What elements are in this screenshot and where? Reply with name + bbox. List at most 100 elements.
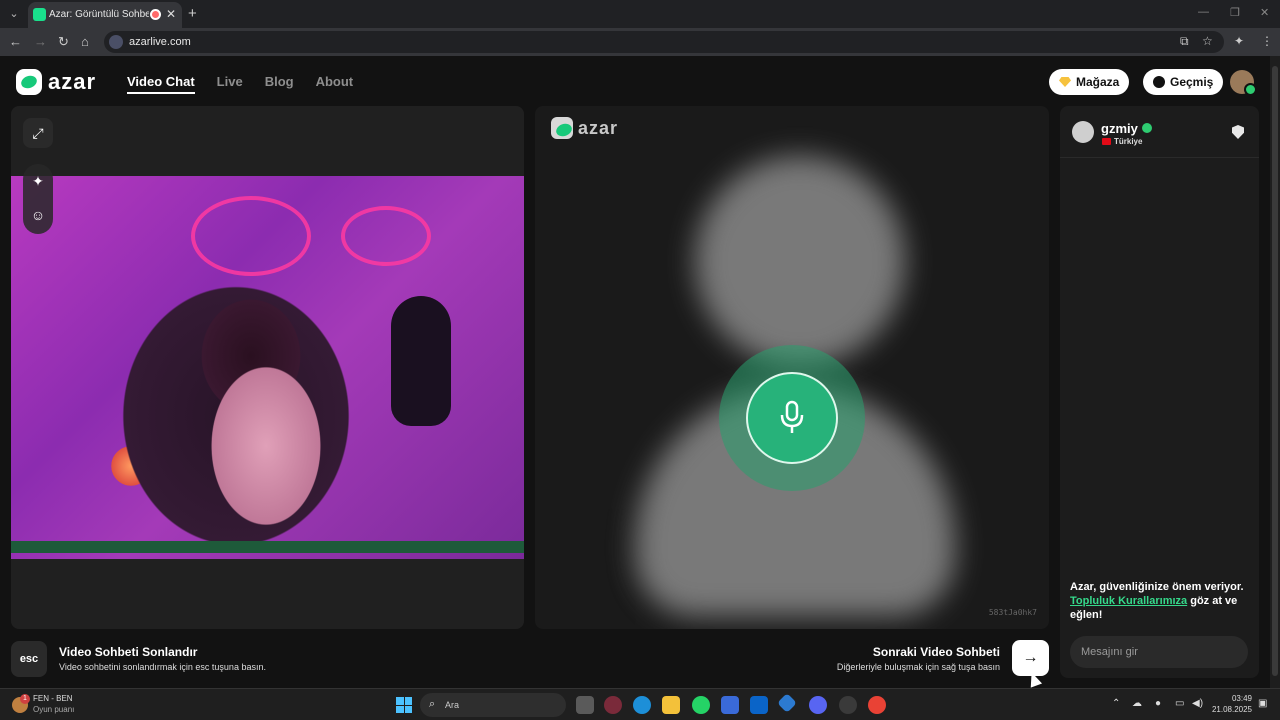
session-id: 583tJa0hk7 bbox=[988, 608, 1037, 617]
forward-button[interactable]: → bbox=[34, 34, 47, 49]
search-placeholder: Ara bbox=[445, 700, 460, 710]
verified-badge-icon bbox=[1142, 123, 1152, 133]
discord-icon[interactable] bbox=[809, 696, 827, 714]
self-camera-feed bbox=[11, 176, 524, 559]
end-chat-description: Video sohbetini sonlandırmak için esc tu… bbox=[59, 662, 266, 672]
clock-icon bbox=[1153, 76, 1165, 88]
next-chat-button[interactable]: → bbox=[1012, 640, 1049, 676]
store-button[interactable]: Mağaza bbox=[1049, 69, 1130, 95]
community-guidelines-link[interactable]: Topluluk Kurallarımıza bbox=[1070, 595, 1187, 607]
home-button[interactable]: ⌂ bbox=[81, 34, 89, 49]
outlook-icon[interactable] bbox=[750, 696, 768, 714]
address-bar[interactable]: azarlive.com bbox=[104, 31, 1224, 53]
history-button[interactable]: Geçmiş bbox=[1143, 69, 1224, 95]
back-button[interactable]: ← bbox=[9, 34, 22, 49]
clock-time[interactable]: 03:49 bbox=[1212, 694, 1252, 703]
install-app-icon[interactable]: ⧉ bbox=[1180, 34, 1189, 49]
widget-title[interactable]: FEN - BEN bbox=[33, 694, 73, 703]
desk-edge bbox=[11, 541, 524, 553]
store-label: Mağaza bbox=[1076, 75, 1120, 89]
maximize-button[interactable]: ❐ bbox=[1230, 6, 1240, 19]
scrollbar-thumb[interactable] bbox=[1272, 66, 1278, 676]
app-icon[interactable] bbox=[777, 693, 797, 713]
tray-chevron-icon[interactable]: ⌃ bbox=[1112, 698, 1120, 709]
clock-date[interactable]: 21.08.2025 bbox=[1206, 705, 1252, 714]
safety-text: Azar, güvenliğinize önem veriyor. bbox=[1070, 581, 1244, 593]
main-nav: Video Chat Live Blog About bbox=[127, 74, 353, 94]
minimize-button[interactable]: — bbox=[1198, 6, 1209, 18]
taskbar-search[interactable]: ⌕ Ara bbox=[420, 693, 566, 717]
peer-header: gzmiy Türkiye bbox=[1060, 106, 1259, 158]
onedrive-icon[interactable]: ☁ bbox=[1132, 698, 1142, 709]
peer-video-panel: azar 583tJa0hk7 bbox=[535, 106, 1049, 629]
esc-end-button[interactable]: esc bbox=[11, 641, 47, 677]
file-explorer-icon[interactable] bbox=[662, 696, 680, 714]
browser-tabbar: ⌄ Azar: Görüntülü Sohbet, Ar ✕ + — ❐ ✕ bbox=[0, 0, 1280, 28]
gem-icon bbox=[1059, 77, 1071, 87]
neon-decoration bbox=[191, 196, 311, 276]
site-info-icon[interactable] bbox=[109, 35, 123, 49]
widget-subtitle[interactable]: Oyun puanı bbox=[33, 705, 74, 714]
edge-icon[interactable] bbox=[633, 696, 651, 714]
logo-text: azar bbox=[48, 69, 97, 94]
expand-icon[interactable]: ⤢ bbox=[23, 118, 53, 148]
recording-indicator-icon bbox=[150, 9, 161, 20]
sparkle-effects-icon[interactable]: ✦ bbox=[23, 164, 53, 198]
windows-taskbar: 1 FEN - BEN Oyun puanı ⌕ Ara ⌃ ☁ ● ▭ ◀) … bbox=[0, 688, 1280, 720]
chrome-icon[interactable] bbox=[868, 696, 886, 714]
center-logo-text: azar bbox=[578, 117, 619, 138]
azar-logo-icon bbox=[551, 117, 573, 139]
bookmark-star-icon[interactable]: ☆ bbox=[1202, 34, 1213, 48]
store-app-icon[interactable] bbox=[721, 696, 739, 714]
neon-decoration bbox=[341, 206, 431, 266]
app-icon[interactable] bbox=[604, 696, 622, 714]
azar-logo-icon bbox=[16, 69, 42, 95]
tab-search-button[interactable]: ⌄ bbox=[4, 4, 24, 24]
face-filter-icon[interactable]: ☺ bbox=[23, 198, 53, 232]
widget-badge: 1 bbox=[20, 694, 30, 704]
new-tab-button[interactable]: + bbox=[188, 5, 197, 22]
message-input[interactable] bbox=[1070, 636, 1248, 668]
peer-avatar[interactable] bbox=[1072, 121, 1094, 143]
history-label: Geçmiş bbox=[1170, 75, 1214, 89]
reload-button[interactable]: ↻ bbox=[58, 34, 69, 50]
whatsapp-icon[interactable] bbox=[692, 696, 710, 714]
user-avatar[interactable] bbox=[1230, 70, 1257, 96]
peer-country: Türkiye bbox=[1114, 137, 1143, 146]
network-icon[interactable]: ▭ bbox=[1175, 698, 1184, 709]
nav-live[interactable]: Live bbox=[217, 74, 243, 94]
nav-video-chat[interactable]: Video Chat bbox=[127, 74, 195, 94]
center-azar-logo: azar bbox=[551, 117, 618, 139]
end-chat-title: Video Sohbeti Sonlandır bbox=[59, 645, 198, 659]
effects-toolbar: ✦ ☺ bbox=[23, 164, 53, 234]
notification-icon[interactable]: ▣ bbox=[1258, 698, 1267, 709]
browser-menu-icon[interactable]: ⋮ bbox=[1261, 34, 1273, 48]
microphone-tray-icon[interactable]: ● bbox=[1155, 698, 1161, 709]
next-chat-description: Diğerleriyle buluşmak için sağ tuşa bası… bbox=[836, 662, 1000, 672]
nav-blog[interactable]: Blog bbox=[265, 74, 294, 94]
azar-app: azar Video Chat Live Blog About Mağaza G… bbox=[0, 56, 1270, 688]
browser-toolbar: ← → ↻ ⌂ azarlive.com ⧉ ☆ ✦ ⋮ bbox=[0, 28, 1280, 56]
task-view-icon[interactable] bbox=[576, 696, 594, 714]
volume-icon[interactable]: ◀) bbox=[1192, 698, 1203, 709]
guitar-shape bbox=[391, 296, 451, 426]
turkey-flag-icon bbox=[1102, 138, 1111, 145]
app-icon[interactable] bbox=[839, 696, 857, 714]
tab-title: Azar: Görüntülü Sohbet, Ar bbox=[49, 9, 149, 20]
extension-icon[interactable]: ✦ bbox=[1234, 34, 1244, 48]
peer-placeholder-head bbox=[695, 156, 905, 366]
nav-about[interactable]: About bbox=[316, 74, 354, 94]
chat-panel: gzmiy Türkiye Azar, güvenliğinize önem v… bbox=[1060, 106, 1259, 678]
search-icon: ⌕ bbox=[429, 698, 436, 710]
safety-notice: Azar, güvenliğinize önem veriyor. Toplul… bbox=[1070, 580, 1256, 622]
close-window-button[interactable]: ✕ bbox=[1260, 6, 1269, 19]
page-scrollbar[interactable] bbox=[1270, 56, 1280, 688]
report-shield-icon[interactable] bbox=[1232, 125, 1244, 139]
next-chat-title: Sonraki Video Sohbeti bbox=[872, 645, 1000, 659]
arrow-right-icon: → bbox=[1022, 649, 1039, 666]
browser-tab-active[interactable]: Azar: Görüntülü Sohbet, Ar ✕ bbox=[28, 2, 182, 28]
tab-close-icon[interactable]: ✕ bbox=[166, 7, 176, 21]
start-button[interactable] bbox=[396, 697, 412, 713]
azar-logo[interactable]: azar bbox=[16, 68, 96, 96]
peer-name[interactable]: gzmiy bbox=[1101, 121, 1138, 136]
